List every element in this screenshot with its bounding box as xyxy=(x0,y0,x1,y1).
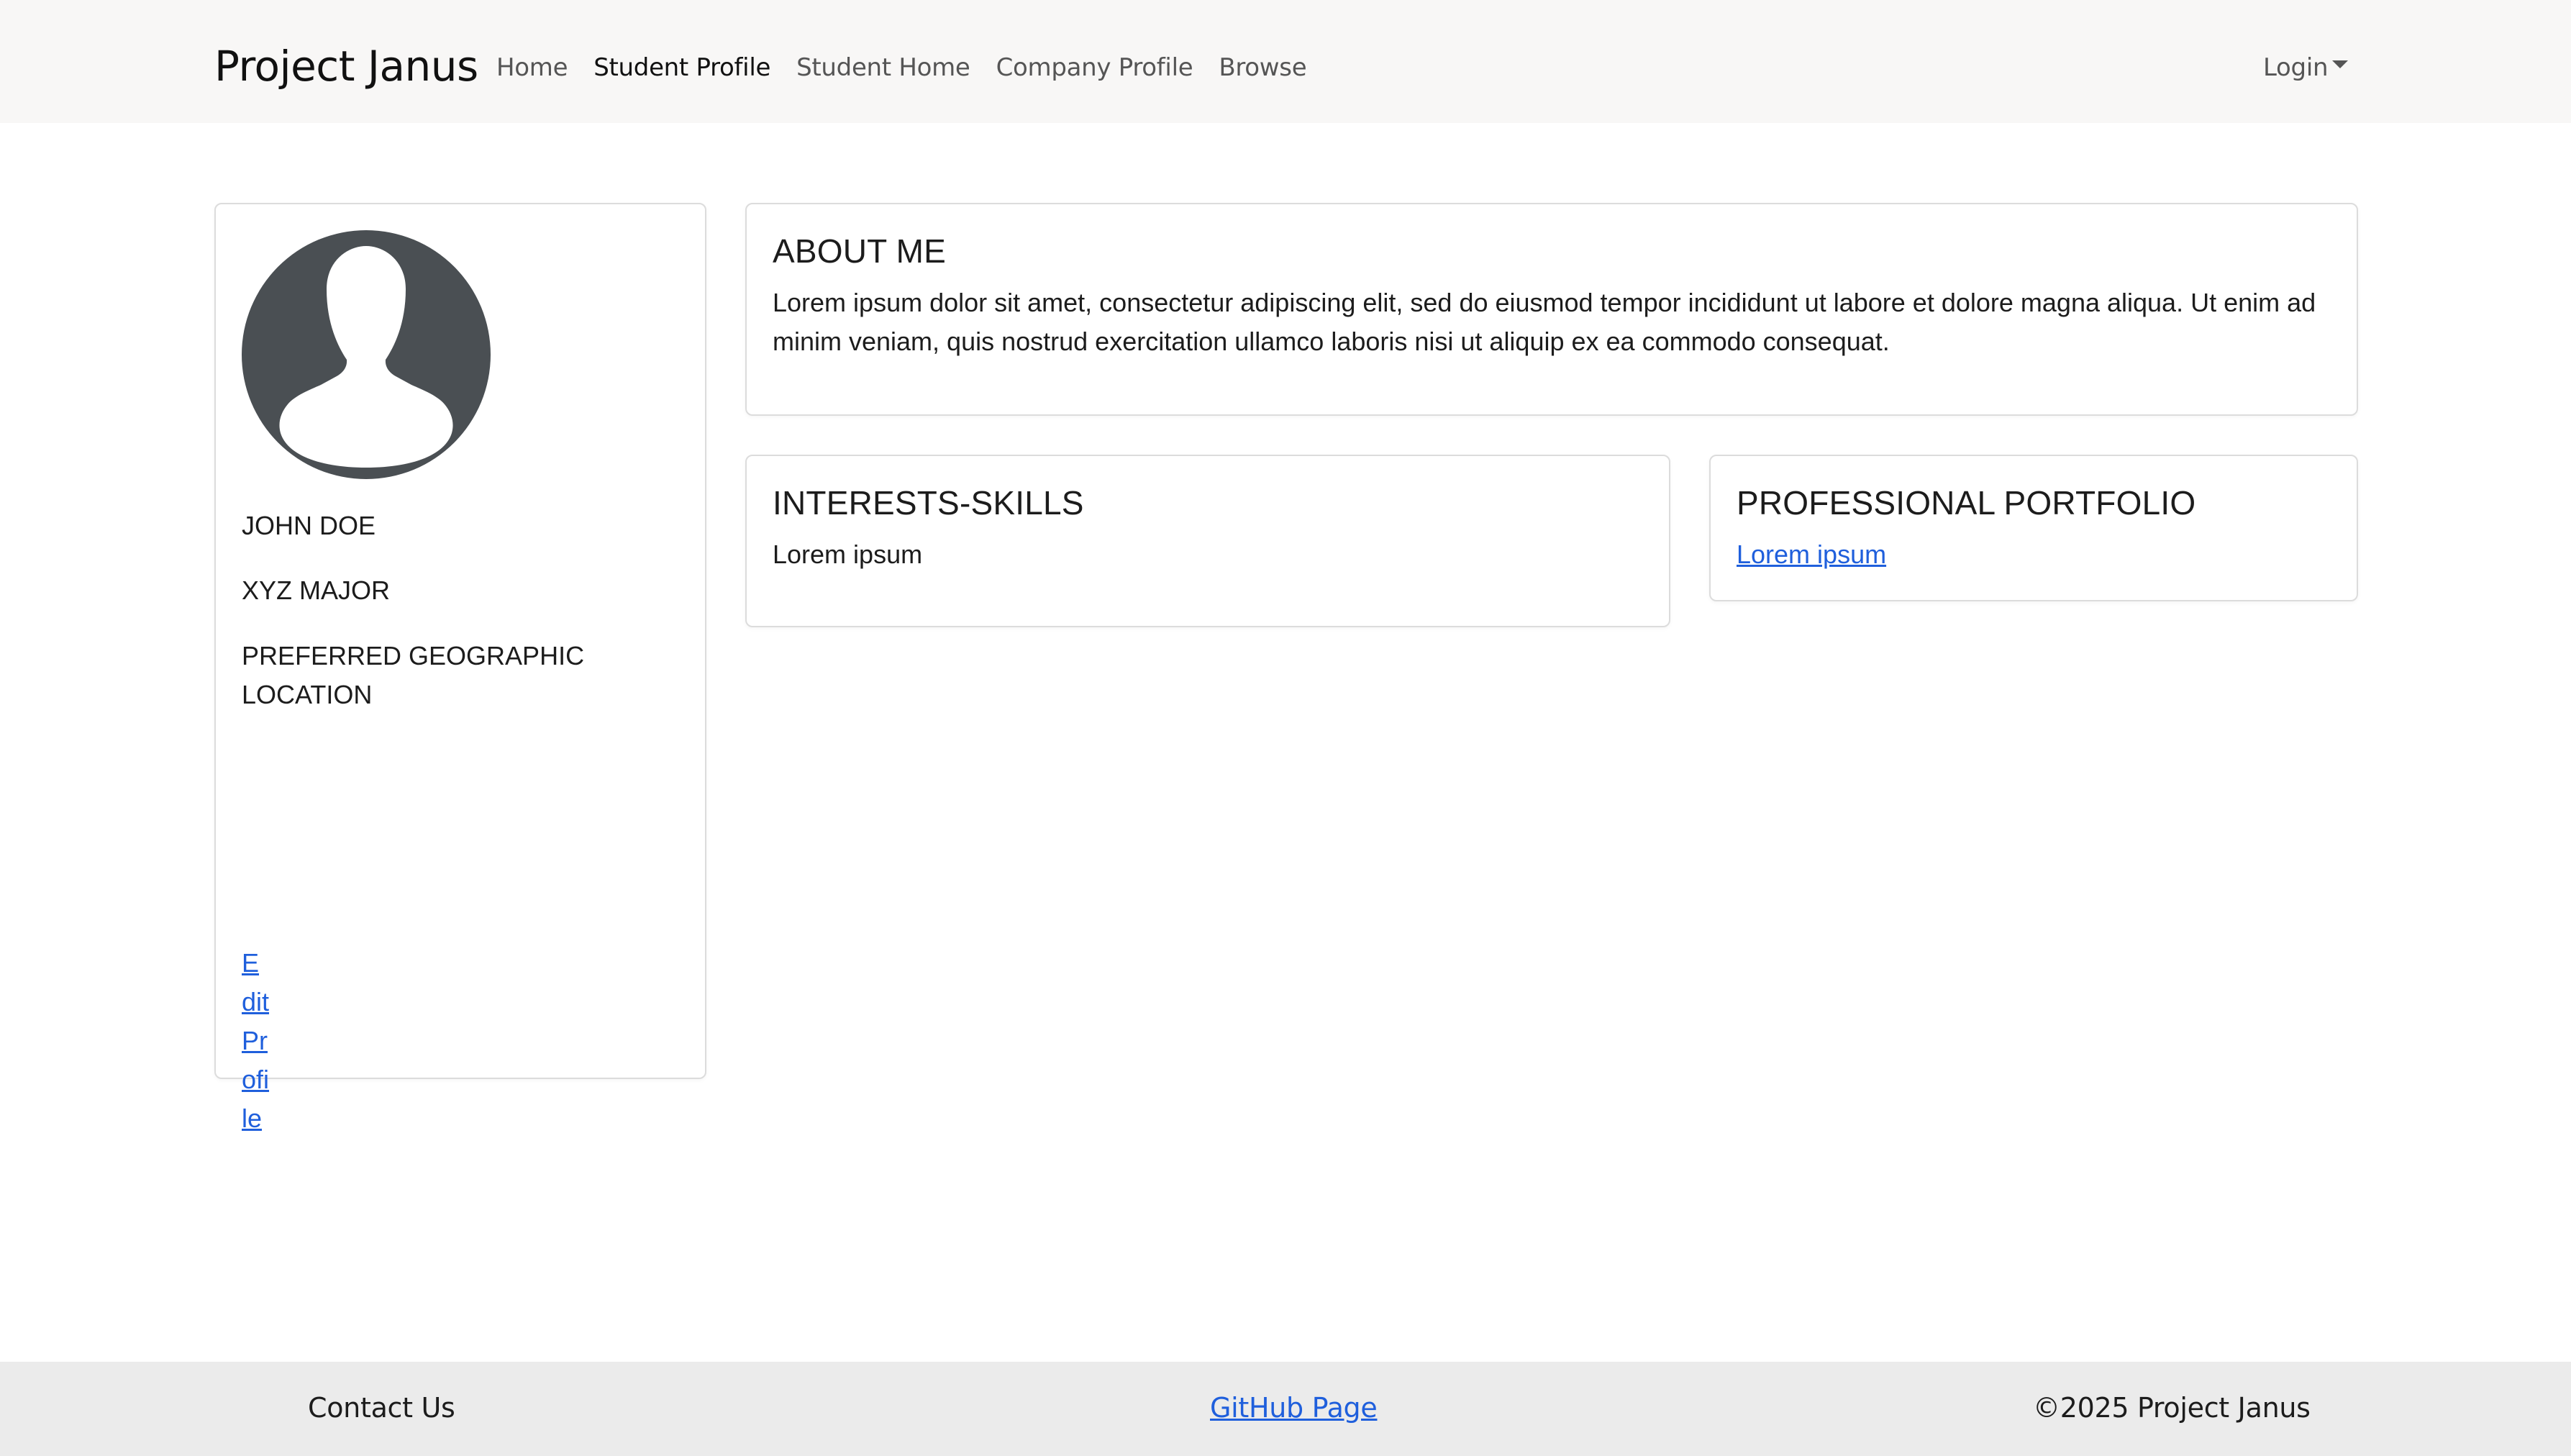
nav-link-browse[interactable]: Browse xyxy=(1219,47,1306,88)
caret-down-icon xyxy=(2332,60,2349,68)
nav-link-student-profile[interactable]: Student Profile xyxy=(593,47,770,88)
contact-us: Contact Us xyxy=(308,1392,455,1424)
interests-skills-card: INTERESTS-SKILLS Lorem ipsum xyxy=(745,455,1670,627)
about-me-text: Lorem ipsum dolor sit amet, consectetur … xyxy=(773,288,2316,356)
portfolio-body: Lorem ipsum xyxy=(1737,535,1886,574)
interests-skills-text: Lorem ipsum xyxy=(773,540,923,569)
footer: Contact Us GitHub Page ©2025 Project Jan… xyxy=(0,1362,2571,1456)
interests-skills-title: INTERESTS-SKILLS xyxy=(773,484,1084,522)
avatar xyxy=(242,230,491,479)
edit-profile-link[interactable]: EditProfile xyxy=(242,944,270,1138)
login-dropdown[interactable]: Login xyxy=(2263,47,2349,88)
nav-links: Home Student Profile Student Home Compan… xyxy=(496,47,1307,88)
portfolio-card: PROFESSIONAL PORTFOLIO Lorem ipsum xyxy=(1709,455,2358,601)
preferred-location: PREFERRED GEOGRAPHIC LOCATION xyxy=(242,641,585,709)
profile-card: JOHN DOE XYZ MAJOR PREFERRED GEOGRAPHIC … xyxy=(214,203,706,1133)
nav-link-company-profile[interactable]: Company Profile xyxy=(996,47,1193,88)
copyright: ©2025 Project Janus xyxy=(2033,1392,2311,1424)
github-link[interactable]: GitHub Page xyxy=(1210,1388,1378,1428)
nav-link-student-home[interactable]: Student Home xyxy=(796,47,970,88)
brand-logo[interactable]: Project Janus xyxy=(214,37,478,95)
about-me-card: ABOUT ME Lorem ipsum dolor sit amet, con… xyxy=(745,203,2358,416)
navbar: Project Janus Home Student Profile Stude… xyxy=(0,0,2571,123)
student-name: JOHN DOE xyxy=(242,511,376,540)
portfolio-title: PROFESSIONAL PORTFOLIO xyxy=(1737,484,2196,522)
about-me-title: ABOUT ME xyxy=(773,232,947,270)
student-major: XYZ MAJOR xyxy=(242,575,391,605)
user-silhouette-icon xyxy=(279,246,453,468)
nav-link-home[interactable]: Home xyxy=(496,47,568,88)
portfolio-link[interactable]: Lorem ipsum xyxy=(1737,540,1886,569)
login-label: Login xyxy=(2263,53,2329,82)
